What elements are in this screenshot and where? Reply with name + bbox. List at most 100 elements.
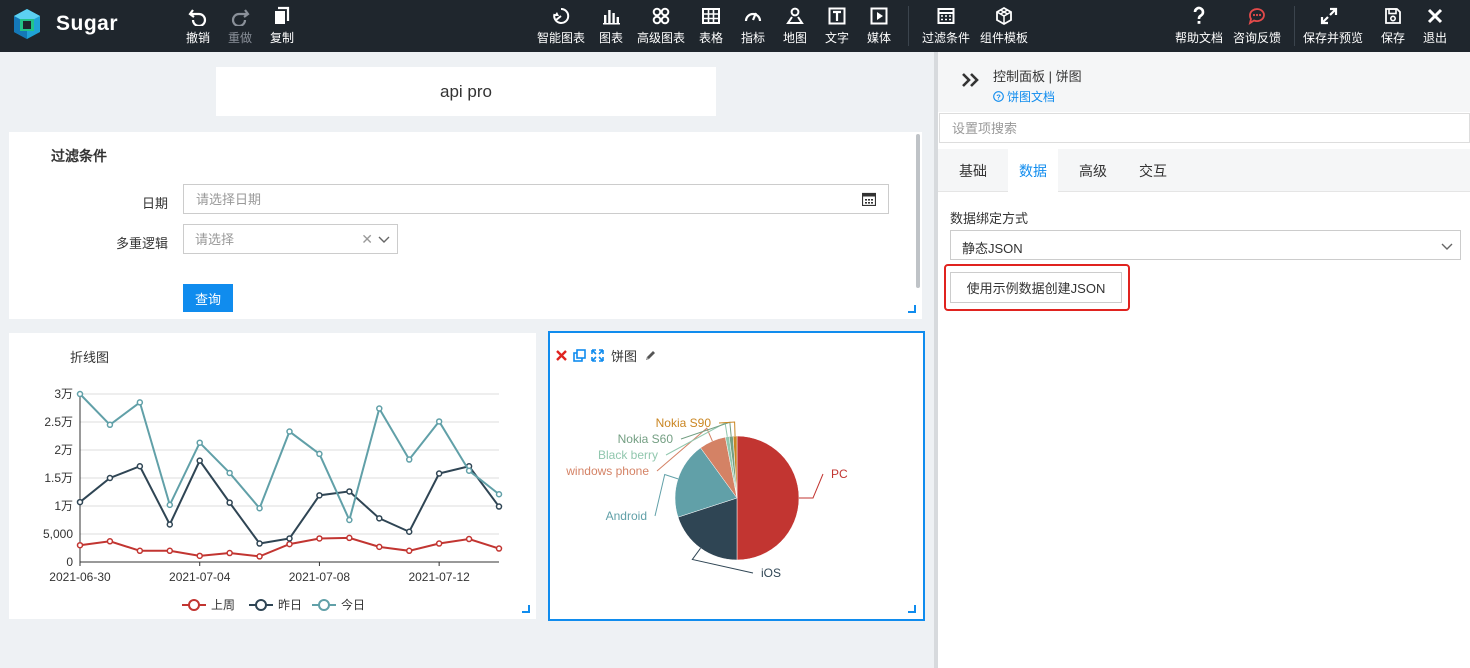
legend-marker [188,599,200,611]
app-name: Sugar [56,12,119,35]
data-point [166,547,174,555]
chat-icon [1248,8,1265,25]
feedback-button[interactable]: 咨询反馈 [1231,6,1283,48]
exit-button[interactable]: 退出 [1409,6,1461,48]
data-point [435,418,443,425]
report-canvas: api pro 过滤条件 日期 多重逻辑 ✕ 查询 折线图 05,0001万1.… [0,52,934,668]
pie-label: Nokia S90 [656,416,712,430]
multi-logic-select[interactable]: ✕ [183,224,398,254]
filter-title: 过滤条件 [51,148,107,164]
data-point [76,498,84,506]
filter-icon [937,8,955,24]
pie-chart-panel[interactable]: 饼图 PC iOS Android windows phone Black berry N… [548,331,925,621]
line-chart-panel[interactable]: 折线图 0 5,000 1万 1.5万 2万 2.5万 3万 2021-06-30 2021-0… [9,333,536,619]
data-binding-label: 数据绑定方式 [950,211,1029,226]
data-point [196,457,203,464]
data-point [495,490,503,498]
control-panel: 控制面板 | 饼图 ? 饼图文档 基础 数据 高级 交互 数据绑定方式 静态JS… [938,52,1470,668]
data-point [136,462,144,470]
legend-marker [255,599,267,611]
resize-handle[interactable] [522,605,530,613]
clear-icon[interactable]: ✕ [361,231,373,248]
multi-logic-input[interactable] [184,225,354,253]
filter-panel[interactable]: 过滤条件 日期 多重逻辑 ✕ 查询 [9,132,922,319]
data-point [226,469,233,477]
tab-data[interactable]: 数据 [1008,149,1058,192]
data-point [465,535,473,543]
undo-icon [188,9,207,26]
data-point [316,492,323,499]
help-circle-icon: ? [993,91,1004,102]
date-picker[interactable] [183,184,889,214]
multi-logic-label: 多重逻辑 [115,236,168,251]
media-button[interactable]: 媒体 [853,6,905,48]
date-input[interactable] [184,185,844,213]
tab-interaction[interactable]: 交互 [1128,149,1178,192]
double-chevron-right-icon[interactable] [960,70,980,90]
gauge-icon [744,12,762,22]
toolbar-separator [1294,6,1295,46]
copy-button[interactable]: 复制 [256,6,308,48]
query-button[interactable]: 查询 [183,284,233,312]
advanced-chart-button[interactable]: 高级图表 [635,6,687,48]
pie-label: Android [606,509,647,523]
chevron-down-icon[interactable] [378,233,390,245]
data-point [196,439,203,446]
data-point [376,515,383,522]
tab-basic[interactable]: 基础 [948,149,998,192]
resize-handle[interactable] [908,305,916,313]
pie-label-line [654,473,679,517]
tab-advanced[interactable]: 高级 [1068,149,1118,192]
media-icon [870,7,888,25]
redo-icon [231,9,250,26]
data-point [495,503,503,510]
data-point [346,534,353,542]
data-point [316,450,323,458]
chart-button[interactable]: 图表 [585,6,637,48]
chevron-down-icon [1441,243,1453,250]
data-point [495,545,503,552]
app-logo: Sugar [12,8,118,40]
smart-chart-button[interactable]: 智能图表 [535,6,587,48]
resize-handle[interactable] [908,605,916,613]
pie-doc-link-label: 饼图文档 [1007,90,1056,104]
data-point [256,553,263,560]
create-sample-json-button[interactable]: 使用示例数据创建JSON [950,272,1122,303]
date-label: 日期 [141,196,168,211]
y-tick-label: 2.5万 [44,415,73,429]
control-panel-title: 控制面板 | 饼图 [993,69,1082,84]
smart-chart-icon [553,7,570,24]
x-tick-label: 2021-07-04 [169,570,231,584]
chart-label: 图表 [598,31,623,45]
data-point [346,516,353,524]
y-tick-label: 1万 [54,499,73,513]
legend-marker [318,599,330,611]
data-point [256,540,263,547]
report-title[interactable]: api pro [216,67,716,116]
y-tick-label: 1.5万 [44,471,73,485]
calendar-icon[interactable] [862,192,876,206]
data-point [316,535,323,542]
component-template-button[interactable]: 组件模板 [978,6,1030,48]
feedback-label: 咨询反馈 [1232,31,1281,45]
help-docs-button[interactable]: 帮助文档 [1173,6,1225,48]
data-point [376,405,383,412]
data-point [286,540,293,548]
data-binding-select[interactable]: 静态JSON [950,230,1461,260]
settings-search-input[interactable] [940,114,1469,142]
data-point [435,540,443,547]
pie-label-line [799,473,824,499]
settings-search[interactable] [939,113,1470,143]
bar-chart-icon [603,10,620,25]
filter-button[interactable]: 过滤条件 [920,6,972,48]
filter-scrollbar[interactable] [916,134,920,288]
advanced-chart-label: 高级图表 [636,31,685,45]
smart-chart-label: 智能图表 [536,31,585,45]
data-point [435,470,443,477]
save-preview-button[interactable]: 保存并预览 [1303,6,1363,48]
data-point [286,428,293,435]
data-point [405,528,413,536]
data-point [226,499,233,506]
legend-label: 昨日 [278,598,302,612]
pie-doc-link[interactable]: ? 饼图文档 [993,88,1055,105]
